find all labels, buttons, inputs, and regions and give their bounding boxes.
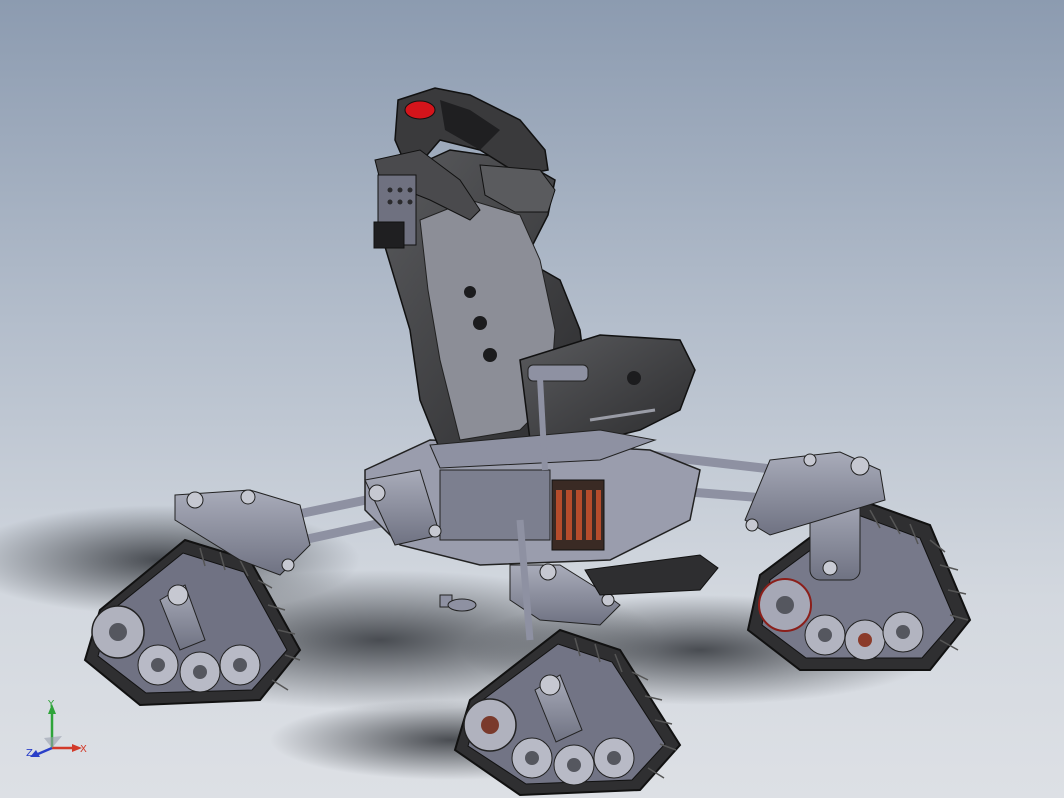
y-axis-label: Y bbox=[47, 700, 55, 710]
z-axis-label: Z bbox=[26, 748, 33, 759]
cad-viewport[interactable] bbox=[0, 0, 1064, 798]
z-axis-arrow bbox=[37, 746, 53, 756]
headrest-accent-light bbox=[404, 100, 436, 120]
x-axis-label: X bbox=[80, 744, 87, 755]
view-orientation-triad[interactable]: Y X Z bbox=[22, 700, 92, 770]
